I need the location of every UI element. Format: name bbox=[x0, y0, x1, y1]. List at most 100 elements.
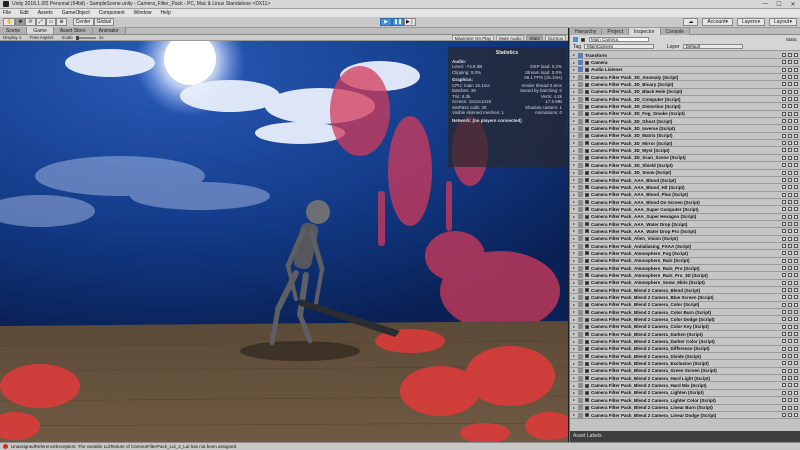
expand-triangle-icon[interactable] bbox=[573, 347, 575, 350]
component-row[interactable]: Camera Filter Pack_3D_Mirror (Script) bbox=[570, 140, 800, 148]
gear-icon[interactable] bbox=[794, 390, 798, 395]
expand-triangle-icon[interactable] bbox=[573, 318, 575, 321]
component-row[interactable]: Camera Filter Pack_Atmosphere_Snow_8bits… bbox=[570, 279, 800, 287]
gear-icon[interactable] bbox=[794, 236, 798, 241]
preset-icon[interactable] bbox=[788, 89, 792, 94]
preset-icon[interactable] bbox=[788, 163, 792, 168]
expand-triangle-icon[interactable] bbox=[573, 76, 575, 79]
component-row[interactable]: Camera Filter Pack_AAA_Water Drop Pro (S… bbox=[570, 228, 800, 236]
component-row[interactable]: Camera Filter Pack_Atmosphere_Fog (Scrip… bbox=[570, 250, 800, 258]
component-enabled-checkbox[interactable] bbox=[585, 185, 589, 190]
help-icon[interactable] bbox=[782, 412, 786, 417]
gear-icon[interactable] bbox=[794, 368, 798, 373]
preset-icon[interactable] bbox=[788, 199, 792, 204]
display-dropdown[interactable]: Display 1 bbox=[3, 35, 22, 40]
expand-triangle-icon[interactable] bbox=[573, 267, 575, 270]
component-enabled-checkbox[interactable] bbox=[585, 155, 589, 160]
help-icon[interactable] bbox=[782, 177, 786, 182]
component-row[interactable]: Camera Filter Pack_3D_Scan_Scene (Script… bbox=[570, 154, 800, 163]
pause-icon[interactable]: ❚❚ bbox=[392, 18, 404, 26]
preset-icon[interactable] bbox=[788, 295, 792, 300]
maximize-button[interactable]: ☐ bbox=[772, 0, 786, 9]
gear-icon[interactable] bbox=[794, 288, 798, 292]
component-enabled-checkbox[interactable] bbox=[585, 405, 589, 410]
gear-icon[interactable] bbox=[794, 265, 798, 270]
gear-icon[interactable] bbox=[794, 97, 798, 102]
component-row[interactable]: Camera Filter Pack_AAA_Blood On Screen (… bbox=[570, 198, 800, 207]
gear-icon[interactable] bbox=[794, 192, 798, 197]
component-row[interactable]: Camera Filter Pack_3D_Shield (Script) bbox=[570, 162, 800, 170]
preset-icon[interactable] bbox=[788, 133, 792, 138]
expand-triangle-icon[interactable] bbox=[573, 112, 575, 115]
gear-icon[interactable] bbox=[794, 324, 798, 329]
preset-icon[interactable] bbox=[788, 177, 792, 182]
component-row[interactable]: Camera Filter Pack_3D_Computer (Script) bbox=[570, 96, 800, 104]
expand-triangle-icon[interactable] bbox=[573, 355, 575, 358]
component-enabled-checkbox[interactable] bbox=[585, 368, 589, 373]
component-row[interactable]: Camera Filter Pack_Atmosphere_Rain_Pro_3… bbox=[570, 272, 800, 280]
preset-icon[interactable] bbox=[788, 126, 792, 131]
component-enabled-checkbox[interactable] bbox=[585, 111, 589, 116]
gear-icon[interactable] bbox=[794, 214, 798, 219]
menu-edit[interactable]: Edit bbox=[20, 10, 29, 16]
gear-icon[interactable] bbox=[794, 133, 798, 138]
component-row[interactable]: Camera Filter Pack_Blend 2 Camera_Green … bbox=[570, 367, 800, 376]
expand-triangle-icon[interactable] bbox=[573, 127, 575, 130]
expand-triangle-icon[interactable] bbox=[573, 54, 575, 57]
help-icon[interactable] bbox=[782, 148, 786, 153]
gear-icon[interactable] bbox=[794, 317, 798, 322]
expand-triangle-icon[interactable] bbox=[573, 68, 575, 71]
component-row[interactable]: Camera Filter Pack_Blend 2 Camera_Color … bbox=[570, 301, 800, 310]
expand-triangle-icon[interactable] bbox=[573, 179, 575, 182]
transform-tool-icon[interactable]: ⊕ bbox=[56, 18, 67, 26]
expand-triangle-icon[interactable] bbox=[573, 362, 575, 365]
expand-triangle-icon[interactable] bbox=[573, 333, 575, 336]
expand-triangle-icon[interactable] bbox=[573, 303, 575, 306]
help-icon[interactable] bbox=[782, 376, 786, 381]
tab-inspector[interactable]: Inspector bbox=[628, 28, 661, 35]
preset-icon[interactable] bbox=[788, 354, 792, 359]
gear-icon[interactable] bbox=[794, 163, 798, 168]
component-enabled-checkbox[interactable] bbox=[585, 214, 589, 219]
help-icon[interactable] bbox=[782, 288, 786, 292]
help-icon[interactable] bbox=[782, 405, 786, 410]
gear-icon[interactable] bbox=[794, 251, 798, 256]
help-icon[interactable] bbox=[782, 119, 786, 124]
component-row[interactable]: Camera Filter Pack_Atmosphere_Rain_Pro (… bbox=[570, 264, 800, 273]
gear-icon[interactable] bbox=[794, 148, 798, 153]
component-enabled-checkbox[interactable] bbox=[585, 133, 589, 138]
move-tool-icon[interactable]: ✥ bbox=[15, 18, 26, 26]
preset-icon[interactable] bbox=[788, 236, 792, 241]
preset-icon[interactable] bbox=[788, 324, 792, 329]
gear-icon[interactable] bbox=[794, 332, 798, 337]
help-icon[interactable] bbox=[782, 332, 786, 337]
aspect-dropdown[interactable]: Free Aspect bbox=[30, 35, 54, 40]
help-icon[interactable] bbox=[782, 89, 786, 94]
component-enabled-checkbox[interactable] bbox=[585, 390, 589, 395]
expand-triangle-icon[interactable] bbox=[573, 98, 575, 101]
expand-triangle-icon[interactable] bbox=[573, 61, 575, 64]
component-enabled-checkbox[interactable] bbox=[585, 200, 589, 205]
help-icon[interactable] bbox=[782, 75, 786, 80]
gear-icon[interactable] bbox=[794, 383, 798, 388]
preset-icon[interactable] bbox=[788, 229, 792, 234]
pivot-center-button[interactable]: Center bbox=[72, 18, 94, 26]
expand-triangle-icon[interactable] bbox=[573, 340, 575, 343]
help-icon[interactable] bbox=[782, 221, 786, 226]
gear-icon[interactable] bbox=[794, 67, 798, 72]
gear-icon[interactable] bbox=[794, 361, 798, 366]
preset-icon[interactable] bbox=[788, 302, 792, 307]
layers-dropdown[interactable]: Layers ▾ bbox=[737, 18, 765, 26]
active-checkbox[interactable] bbox=[581, 37, 585, 42]
tab-scene[interactable]: Scene bbox=[0, 27, 28, 34]
preset-icon[interactable] bbox=[788, 97, 792, 102]
component-row[interactable]: Camera Filter Pack_3D_Anomaly (Script) bbox=[570, 74, 800, 82]
expand-triangle-icon[interactable] bbox=[573, 369, 575, 372]
help-icon[interactable] bbox=[782, 324, 786, 329]
expand-triangle-icon[interactable] bbox=[573, 377, 575, 380]
preset-icon[interactable] bbox=[788, 398, 792, 403]
expand-triangle-icon[interactable] bbox=[573, 164, 575, 167]
gear-icon[interactable] bbox=[794, 376, 798, 381]
component-row[interactable]: Camera Filter Pack_Blend 2 Camera_Color … bbox=[570, 316, 800, 324]
component-row[interactable]: Camera Filter Pack_Blend 2 Camera_Color … bbox=[570, 309, 800, 317]
